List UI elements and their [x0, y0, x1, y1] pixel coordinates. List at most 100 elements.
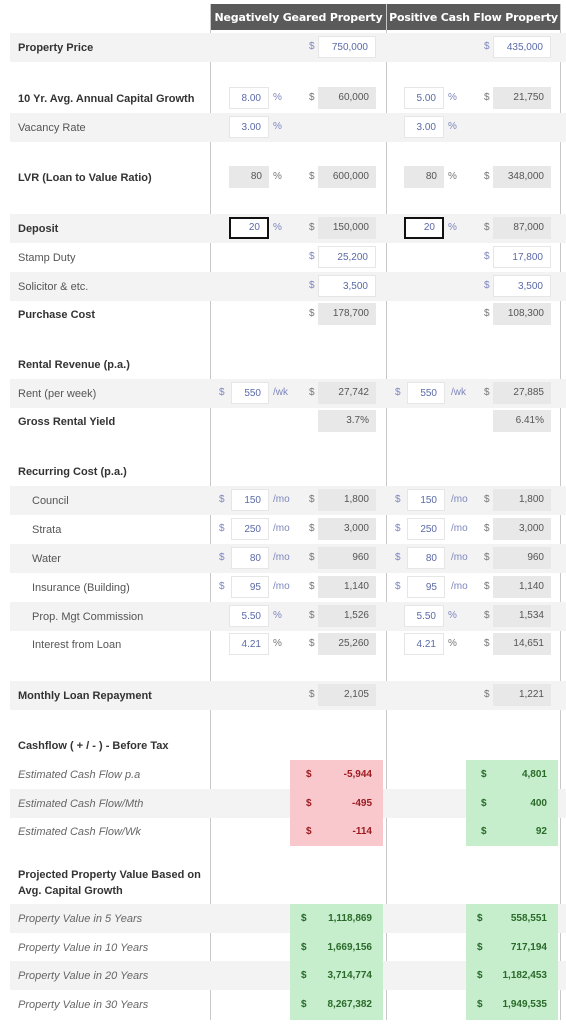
row-monthly-repay: Monthly Loan Repayment $2,105 $1,221 [10, 681, 566, 710]
water-pos-amount: 960 [493, 547, 551, 569]
council-neg-input[interactable]: 150 [231, 489, 269, 511]
insurance-pos-input[interactable]: 95 [407, 576, 445, 598]
water-neg-input[interactable]: 80 [231, 547, 269, 569]
currency-symbol: $ [484, 581, 490, 592]
row-projected: Projected Property Value Based on Avg. Ca… [10, 866, 566, 902]
property_price-neg-field[interactable]: 750,000 [318, 36, 376, 58]
currency-symbol: $ [395, 494, 401, 505]
label-council: Council [32, 494, 69, 507]
purchase_cost-pos-field: 108,300 [493, 303, 551, 325]
currency-symbol: $ [301, 913, 307, 924]
gross-yield-neg: 3.7% [318, 410, 376, 432]
rent-neg-input[interactable]: 550 [231, 382, 269, 404]
currency-symbol: $ [219, 581, 225, 592]
mgt-neg-percent-input[interactable]: 5.50 [229, 605, 269, 627]
label-recurring: Recurring Cost (p.a.) [18, 465, 127, 478]
unit-label: % [273, 121, 282, 132]
capital_growth-pos-amount: 21,750 [493, 87, 551, 109]
gross-yield-pos: 6.41% [493, 410, 551, 432]
property_price-pos-field[interactable]: 435,000 [493, 36, 551, 58]
deposit-neg-percent-input[interactable]: 20 [229, 217, 269, 239]
currency-symbol: $ [484, 222, 490, 233]
label-strata: Strata [32, 523, 62, 536]
cf_pa-pos-value: 4,801 [521, 769, 547, 780]
strata-pos-input[interactable]: 250 [407, 518, 445, 540]
interest-pos-percent-input[interactable]: 4.21 [404, 633, 444, 655]
currency-symbol: $ [309, 638, 315, 649]
deposit-pos-percent-input[interactable]: 20 [404, 217, 444, 239]
currency-symbol: $ [484, 308, 490, 319]
water-neg-amount: 960 [318, 547, 376, 569]
currency-symbol: $ [477, 999, 483, 1010]
water-pos-input[interactable]: 80 [407, 547, 445, 569]
lvr-pos-amount: 348,000 [493, 166, 551, 188]
label-purchase-cost: Purchase Cost [18, 308, 96, 321]
label-solicitor: Solicitor & etc. [18, 280, 89, 293]
currency-symbol: $ [309, 280, 315, 291]
row-solicitor: Solicitor & etc. $3,500 $3,500 [10, 272, 566, 301]
row-purchase-cost: Purchase Cost $178,700 $108,300 [10, 300, 566, 329]
unit-label: /mo [273, 581, 290, 592]
currency-symbol: $ [309, 41, 315, 52]
interest-neg-amount: 25,260 [318, 633, 376, 655]
label-stamp-duty: Stamp Duty [18, 251, 76, 264]
label-rental-revenue: Rental Revenue (p.a.) [18, 358, 130, 371]
stamp_duty-pos-field[interactable]: 17,800 [493, 246, 551, 268]
lvr-neg-amount: 600,000 [318, 166, 376, 188]
unit-label: /mo [273, 523, 290, 534]
row-property-price: Property Price $750,000 $435,000 [10, 33, 566, 62]
purchase_cost-neg-field: 178,700 [318, 303, 376, 325]
rent-pos-input[interactable]: 550 [407, 382, 445, 404]
unit-label: /mo [451, 581, 468, 592]
currency-symbol: $ [395, 552, 401, 563]
currency-symbol: $ [306, 769, 312, 780]
unit-label: % [448, 222, 457, 233]
unit-label: % [448, 121, 457, 132]
row-mgt: Prop. Mgt Commission 5.50% $1,526 5.50% $1,5… [10, 602, 566, 631]
unit-label: % [273, 610, 282, 621]
label-water: Water [32, 552, 61, 565]
row-values-pv30: $8,267,382 $1,949,535 [0, 990, 566, 1019]
capital_growth-neg-amount: 60,000 [318, 87, 376, 109]
row-values-cf-wk: $ -114 $92 [0, 817, 566, 846]
capital_growth-pos-percent-input[interactable]: 5.00 [404, 87, 444, 109]
row-capital-growth: 10 Yr. Avg. Annual Capital Growth 8.00% $6… [10, 84, 566, 113]
mgt-pos-amount: 1,534 [493, 605, 551, 627]
currency-symbol: $ [484, 638, 490, 649]
row-rent: Rent (per week) $550/wk $27,742 $550/wk $27,… [10, 379, 566, 408]
currency-symbol: $ [309, 308, 315, 319]
insurance-pos-amount: 1,140 [493, 576, 551, 598]
currency-symbol: $ [484, 523, 490, 534]
unit-label: /mo [273, 552, 290, 563]
currency-symbol: $ [309, 689, 315, 700]
vacancy-pos-percent-input[interactable]: 3.00 [404, 116, 444, 138]
solicitor-neg-field[interactable]: 3,500 [318, 275, 376, 297]
currency-symbol: $ [309, 610, 315, 621]
label-interest: Interest from Loan [32, 638, 122, 651]
currency-symbol: $ [306, 826, 312, 837]
council-pos-input[interactable]: 150 [407, 489, 445, 511]
solicitor-pos-field[interactable]: 3,500 [493, 275, 551, 297]
cf_wk-neg-value: -114 [352, 826, 372, 837]
row-vacancy: Vacancy Rate 3.00% 3.00% [10, 113, 566, 142]
currency-symbol: $ [309, 494, 315, 505]
unit-label: /wk [451, 387, 466, 398]
row-values-pv10: $1,669,156 $717,194 [0, 933, 566, 962]
stamp_duty-neg-field[interactable]: 25,200 [318, 246, 376, 268]
row-recurring: Recurring Cost (p.a.) [10, 457, 566, 486]
mgt-pos-percent-input[interactable]: 5.50 [404, 605, 444, 627]
label-mgt: Prop. Mgt Commission [32, 610, 144, 623]
label-property-price: Property Price [18, 41, 94, 54]
strata-pos-amount: 3,000 [493, 518, 551, 540]
unit-label: % [448, 610, 457, 621]
row-values-pv5: $1,118,869 $558,551 [0, 904, 566, 933]
monthly_repay-neg-field: 2,105 [318, 684, 376, 706]
unit-label: % [273, 638, 282, 649]
capital_growth-neg-percent-input[interactable]: 8.00 [229, 87, 269, 109]
insurance-neg-input[interactable]: 95 [231, 576, 269, 598]
strata-neg-input[interactable]: 250 [231, 518, 269, 540]
interest-neg-percent-input[interactable]: 4.21 [229, 633, 269, 655]
vacancy-neg-percent-input[interactable]: 3.00 [229, 116, 269, 138]
label-lvr: LVR (Loan to Value Ratio) [18, 171, 152, 184]
council-pos-amount: 1,800 [493, 489, 551, 511]
